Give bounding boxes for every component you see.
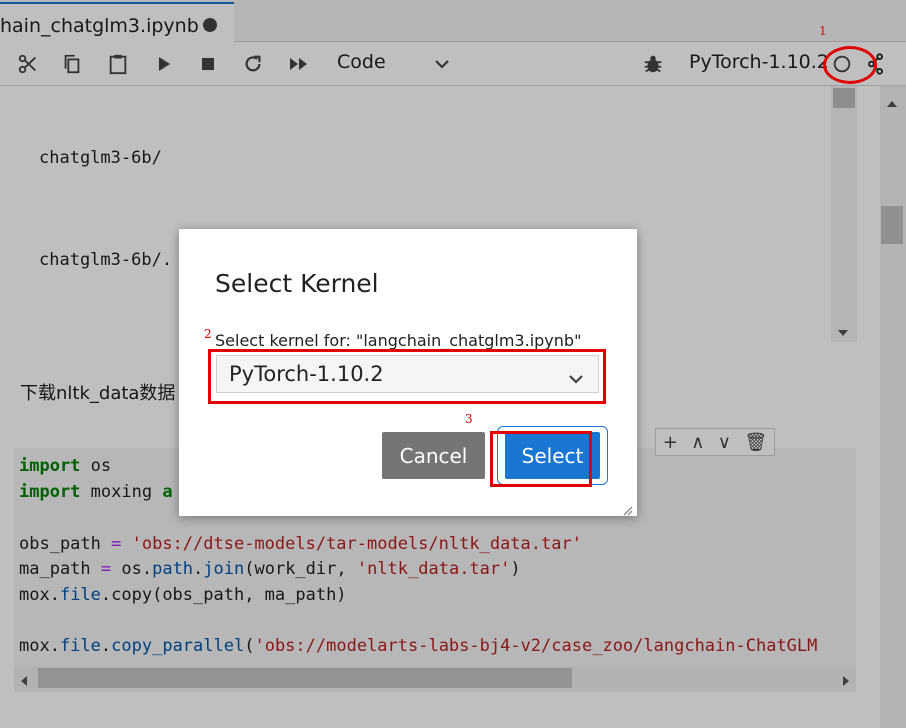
- resize-handle-icon[interactable]: [621, 501, 633, 516]
- annotation-number: 2: [204, 327, 212, 341]
- annotation-number: 1: [819, 24, 827, 38]
- cancel-button[interactable]: Cancel: [382, 432, 485, 479]
- kernel-select-label: Select kernel for: "langchain_chatglm3.i…: [215, 331, 582, 350]
- dialog-title: Select Kernel: [215, 269, 379, 298]
- annotation-box: [490, 431, 592, 487]
- select-kernel-dialog: Select Kernel 2 Select kernel for: "lang…: [179, 229, 637, 516]
- annotation-box: [208, 349, 606, 404]
- annotation-ellipse: [823, 46, 877, 84]
- annotation-number: 3: [465, 412, 473, 426]
